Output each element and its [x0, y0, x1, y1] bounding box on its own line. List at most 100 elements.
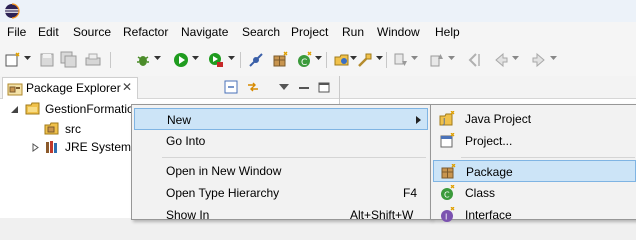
new-dropdown-icon[interactable] — [24, 55, 31, 61]
external-tools-icon[interactable] — [207, 51, 225, 69]
next-annotation-dropdown-icon[interactable] — [411, 55, 418, 61]
project-wizard-icon — [439, 133, 455, 149]
package-explorer-header: Package Explorer ✕ — [0, 76, 339, 99]
new-class-dropdown-icon[interactable] — [315, 55, 322, 61]
window-title-bar — [0, 0, 636, 22]
previous-annotation-dropdown-icon[interactable] — [448, 55, 455, 61]
svg-text:C: C — [444, 191, 450, 200]
external-tools-dropdown-icon[interactable] — [228, 55, 235, 61]
open-type-icon[interactable] — [333, 51, 351, 69]
svg-text:I: I — [445, 213, 447, 222]
forward-arrow-icon[interactable] — [530, 51, 548, 69]
skip-breakpoints-icon[interactable] — [247, 51, 265, 69]
library-icon — [44, 139, 60, 155]
menu-run[interactable]: Run — [342, 25, 364, 40]
context-menu-new-label: New — [167, 113, 192, 127]
collapse-all-icon[interactable] — [224, 80, 238, 94]
java-project-icon: J — [439, 111, 455, 127]
class-icon: C — [439, 185, 455, 201]
expanded-twisty-icon[interactable] — [10, 105, 19, 114]
run-icon[interactable] — [172, 51, 190, 69]
submenu-package-label: Package — [466, 165, 513, 179]
menu-help[interactable]: Help — [435, 25, 460, 40]
submenu-project-label: Project... — [465, 134, 513, 148]
context-menu-show-in-label: Show In — [166, 208, 210, 222]
context-menu-open-type-hierarchy-label: Open Type Hierarchy — [166, 186, 280, 200]
menu-refactor[interactable]: Refactor — [123, 25, 168, 40]
run-dropdown-icon[interactable] — [192, 55, 199, 61]
context-menu-open-type-hierarchy[interactable]: Open Type Hierarchy F4 — [134, 182, 428, 204]
menu-source[interactable]: Source — [73, 25, 111, 40]
previous-annotation-icon[interactable] — [428, 51, 446, 69]
submenu-java-project-label: Java Project — [465, 112, 532, 126]
search-icon[interactable] — [356, 51, 374, 69]
new-java-class-icon[interactable]: C — [295, 51, 313, 69]
context-menu-show-in-accel: Alt+Shift+W — [350, 208, 414, 222]
new-wizard-icon[interactable] — [4, 51, 22, 69]
submenu-class[interactable]: C Class — [433, 182, 636, 204]
maximize-icon[interactable] — [317, 80, 331, 94]
toolbar-separator — [326, 52, 327, 68]
view-menu-icon[interactable] — [277, 80, 291, 94]
package-explorer-icon — [7, 81, 23, 97]
menu-navigate[interactable]: Navigate — [181, 25, 228, 40]
menu-bar: File Edit Source Refactor Navigate Searc… — [0, 22, 636, 42]
main-toolbar: C — [0, 42, 636, 77]
search-dropdown-icon[interactable] — [376, 55, 383, 61]
svg-text:C: C — [301, 58, 307, 68]
tree-label-src: src — [65, 122, 81, 136]
toolbar-separator — [110, 52, 111, 68]
debug-dropdown-icon[interactable] — [154, 55, 161, 61]
context-menu-open-new-window[interactable]: Open in New Window — [134, 160, 428, 182]
submenu-package[interactable]: Package — [433, 160, 636, 182]
interface-icon: I — [439, 207, 455, 223]
context-menu-go-into-label: Go Into — [166, 134, 206, 148]
minimize-icon[interactable] — [297, 80, 311, 94]
source-folder-icon — [44, 121, 60, 137]
eclipse-logo-icon — [4, 3, 20, 19]
context-menu-go-into[interactable]: Go Into — [134, 130, 428, 152]
package-icon — [440, 164, 456, 180]
submenu-interface[interactable]: I Interface — [433, 204, 636, 226]
next-annotation-icon[interactable] — [392, 51, 410, 69]
new-submenu: J Java Project Project... Package C Clas… — [430, 104, 636, 222]
new-java-package-icon[interactable] — [271, 51, 289, 69]
menu-edit[interactable]: Edit — [38, 25, 59, 40]
print-icon[interactable] — [84, 51, 102, 69]
link-with-editor-icon[interactable] — [246, 80, 260, 94]
submenu-class-label: Class — [465, 186, 496, 200]
menu-project[interactable]: Project — [291, 25, 328, 40]
menu-search[interactable]: Search — [242, 25, 280, 40]
package-explorer-tab[interactable]: Package Explorer ✕ — [2, 77, 138, 99]
context-menu-open-new-window-label: Open in New Window — [166, 164, 282, 178]
tree-label-project: GestionFormatio — [45, 102, 134, 116]
package-explorer-title: Package Explorer — [26, 81, 121, 95]
menu-separator — [461, 157, 635, 158]
tree-label-jre: JRE System L — [65, 140, 142, 154]
submenu-java-project[interactable]: J Java Project — [433, 108, 636, 130]
back-arrow-icon[interactable] — [492, 51, 510, 69]
forward-dropdown-icon[interactable] — [550, 55, 557, 61]
svg-text:J: J — [442, 117, 445, 126]
menu-file[interactable]: File — [7, 25, 26, 40]
submenu-arrow-icon — [416, 116, 421, 124]
context-menu-new[interactable]: New — [134, 108, 428, 130]
submenu-interface-label: Interface — [465, 208, 512, 222]
save-all-icon[interactable] — [60, 51, 78, 69]
toolbar-separator — [240, 52, 241, 68]
collapsed-twisty-icon[interactable] — [31, 143, 40, 152]
last-edit-location-icon[interactable] — [466, 51, 484, 69]
close-icon[interactable]: ✕ — [122, 80, 132, 94]
menu-window[interactable]: Window — [377, 25, 420, 40]
context-menu-show-in[interactable]: Show In Alt+Shift+W — [134, 204, 428, 226]
debug-icon[interactable] — [134, 51, 152, 69]
editor-area-header — [340, 76, 636, 99]
project-folder-icon — [25, 101, 41, 117]
submenu-project[interactable]: Project... — [433, 130, 636, 152]
back-dropdown-icon[interactable] — [512, 55, 519, 61]
context-menu: New Go Into Open in New Window Open Type… — [131, 104, 431, 222]
save-icon[interactable] — [38, 51, 56, 69]
toolbar-separator — [386, 52, 387, 68]
menu-separator — [162, 157, 426, 158]
context-menu-open-type-hierarchy-accel: F4 — [403, 186, 418, 200]
